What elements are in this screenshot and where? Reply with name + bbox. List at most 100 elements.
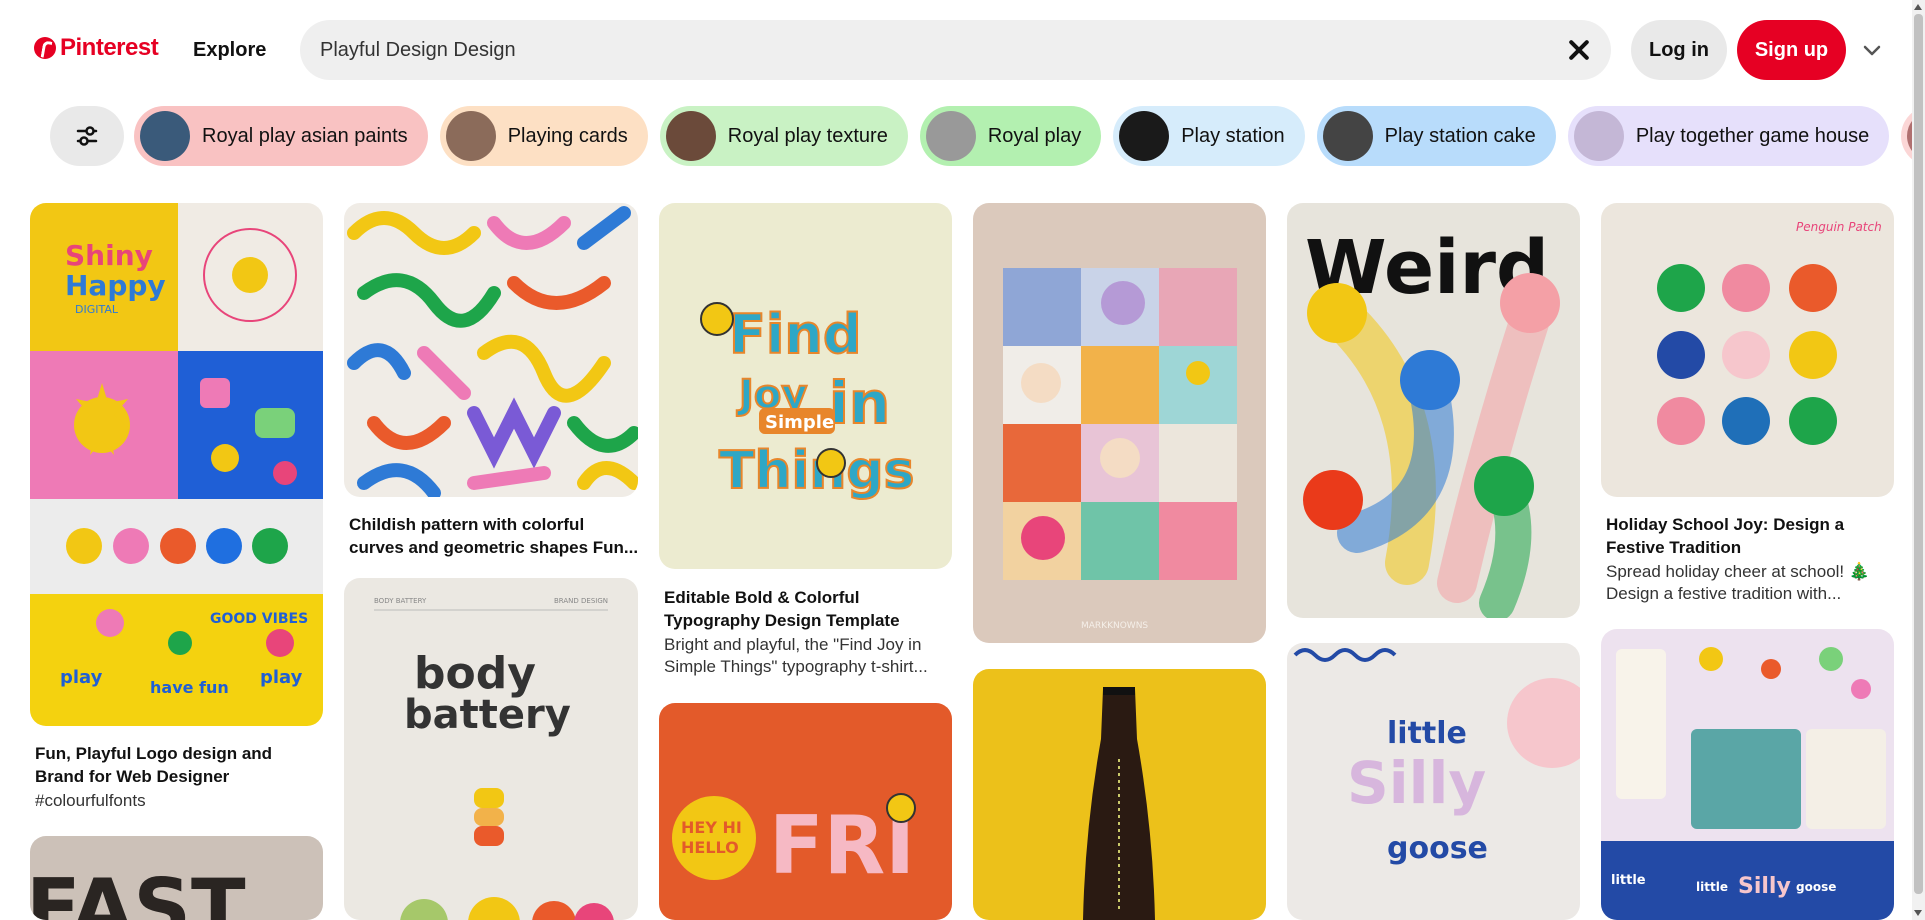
svg-text:HELLO: HELLO — [681, 838, 739, 857]
pin-caption-4[interactable]: Holiday School Joy: Design a Festive Tra… — [1606, 513, 1896, 605]
scroll-up-icon[interactable] — [1914, 4, 1922, 10]
pin-image: FAST — [30, 862, 246, 920]
pin-caption-2[interactable]: Childish pattern with colorful curves an… — [349, 513, 639, 559]
pin-title: Fun, Playful Logo design and Brand for W… — [35, 744, 273, 786]
pin-childish-pattern[interactable] — [344, 203, 638, 497]
svg-text:Happy: Happy — [65, 269, 166, 302]
scroll-thumb[interactable] — [1914, 14, 1923, 894]
explore-link[interactable]: Explore — [193, 39, 266, 62]
pin-puzzle-collage[interactable]: MARKKNOWNS — [973, 203, 1266, 643]
search-chip[interactable]: Royal play asian paints — [134, 106, 428, 166]
pin-shiny-happy[interactable]: Shiny Happy DIGITAL GOOD VIBES play have… — [30, 203, 323, 726]
svg-text:FAST: FAST — [30, 862, 246, 920]
pin-title: Childish pattern with colorful curves an… — [349, 515, 639, 557]
pin-friday[interactable]: HEY HI HELLO FRI — [659, 703, 952, 920]
top-header: Pinterest Explore Playful Design Design … — [0, 0, 1912, 100]
search-value: Playful Design Design — [320, 38, 516, 61]
login-button[interactable]: Log in — [1631, 20, 1727, 80]
search-chip[interactable]: Playing cards — [439, 106, 648, 166]
svg-text:Things: Things — [719, 441, 915, 501]
scroll-down-icon[interactable] — [1914, 910, 1922, 916]
chip-label: Royal play — [987, 124, 1082, 147]
related-search-chips: Royal play asian paints Playing cards Roya… — [134, 106, 1912, 166]
chip-thumbnail — [1322, 111, 1373, 161]
svg-text:goose: goose — [1387, 831, 1488, 866]
pin-description: Spread holiday cheer at school! 🎄 Design… — [1606, 562, 1871, 603]
search-chip[interactable]: Play station — [1113, 106, 1305, 166]
pin-weird[interactable]: Weird — [1287, 203, 1580, 618]
pin-title: Holiday School Joy: Design a Festive Tra… — [1606, 515, 1845, 557]
brand-name: Pinterest — [60, 34, 159, 61]
svg-text:play: play — [60, 667, 103, 688]
pin-image: HEY HI HELLO FRI — [672, 793, 916, 892]
search-chip[interactable]: Royal play — [919, 106, 1102, 166]
chip-thumbnail — [445, 111, 496, 161]
pinterest-icon — [34, 37, 56, 59]
chip-label: Playing cards — [507, 124, 628, 147]
svg-text:play: play — [260, 667, 303, 688]
page-scrollbar[interactable] — [1912, 0, 1925, 920]
pin-fast[interactable]: FAST — [30, 836, 323, 920]
chevron-down-icon[interactable] — [1862, 40, 1882, 60]
pin-description: Bright and playful, the "Find Joy in Sim… — [664, 635, 928, 676]
pin-image: Weird — [1303, 225, 1560, 618]
pin-image — [347, 206, 638, 497]
svg-text:Silly: Silly — [1347, 749, 1486, 817]
svg-text:MARKKNOWNS: MARKKNOWNS — [1081, 621, 1148, 631]
svg-text:Silly: Silly — [1738, 874, 1791, 899]
pin-image: BODY BATTERY BRAND DESIGN body battery — [374, 597, 614, 920]
pin-little-silly-goose[interactable]: little Silly goose — [1287, 643, 1580, 920]
pin-goose-brand[interactable]: little little Silly goose — [1601, 629, 1894, 920]
pinterest-logo[interactable]: Pinterest — [34, 34, 159, 62]
svg-text:goose: goose — [1796, 880, 1836, 894]
pin-image: Find Joy in Simple Things — [700, 302, 916, 502]
chip-label: Play station cake — [1384, 124, 1536, 147]
pin-image: Penguin Patch — [1657, 220, 1882, 445]
search-chip[interactable]: Play together game house — [1567, 106, 1890, 166]
svg-text:BRAND DESIGN: BRAND DESIGN — [554, 597, 608, 605]
chip-label: Play together game house — [1635, 124, 1870, 147]
search-chip[interactable]: Play station cake — [1316, 106, 1556, 166]
clear-search-icon[interactable] — [1567, 38, 1591, 62]
svg-text:little: little — [1387, 716, 1467, 751]
pin-image: MARKKNOWNS — [1003, 268, 1237, 631]
svg-text:Penguin Patch: Penguin Patch — [1796, 220, 1882, 234]
pin-body-battery[interactable]: BODY BATTERY BRAND DESIGN body battery — [344, 578, 638, 920]
pin-description: #colourfulfonts — [35, 791, 146, 810]
svg-text:Shiny: Shiny — [65, 239, 153, 272]
svg-text:have fun: have fun — [150, 678, 229, 697]
filter-icon — [76, 126, 98, 146]
chip-label: Play station — [1181, 124, 1285, 147]
signup-button[interactable]: Sign up — [1737, 20, 1846, 80]
chip-thumbnail — [925, 111, 976, 161]
svg-text:little: little — [1611, 873, 1646, 888]
svg-text:BODY BATTERY: BODY BATTERY — [374, 597, 427, 605]
svg-text:HEY HI: HEY HI — [681, 818, 742, 837]
pin-caption-3[interactable]: Editable Bold & Colorful Typography Desi… — [664, 586, 954, 678]
pin-image — [1083, 687, 1155, 920]
chip-label: Royal play asian paints — [202, 124, 408, 147]
pin-bottle[interactable] — [973, 669, 1266, 920]
svg-text:GOOD VIBES: GOOD VIBES — [210, 611, 308, 627]
pin-caption-1[interactable]: Fun, Playful Logo design and Brand for W… — [35, 742, 325, 812]
svg-text:battery: battery — [404, 692, 571, 738]
search-chip[interactable]: Royal play texture — [659, 106, 908, 166]
svg-text:DIGITAL: DIGITAL — [75, 303, 119, 316]
chip-thumbnail — [1573, 111, 1624, 161]
svg-text:Find: Find — [729, 303, 862, 366]
search-input[interactable]: Playful Design Design — [300, 20, 1611, 80]
filter-button[interactable] — [50, 106, 124, 166]
pin-image: Shiny Happy DIGITAL GOOD VIBES play have… — [30, 203, 323, 726]
chip-thumbnail — [1119, 111, 1170, 161]
pin-title: Editable Bold & Colorful Typography Desi… — [664, 588, 900, 630]
svg-text:in: in — [829, 369, 890, 437]
pin-image: little little Silly goose — [1601, 647, 1894, 920]
search-chip[interactable] — [1901, 106, 1912, 166]
chip-thumbnail — [665, 111, 716, 161]
chip-label: Royal play texture — [727, 124, 888, 147]
pin-find-joy[interactable]: Find Joy in Simple Things — [659, 203, 952, 569]
pin-image: little Silly goose — [1293, 648, 1580, 866]
svg-text:Simple: Simple — [765, 412, 834, 433]
svg-text:little: little — [1696, 880, 1728, 894]
pin-penguin-patch[interactable]: Penguin Patch — [1601, 203, 1894, 497]
